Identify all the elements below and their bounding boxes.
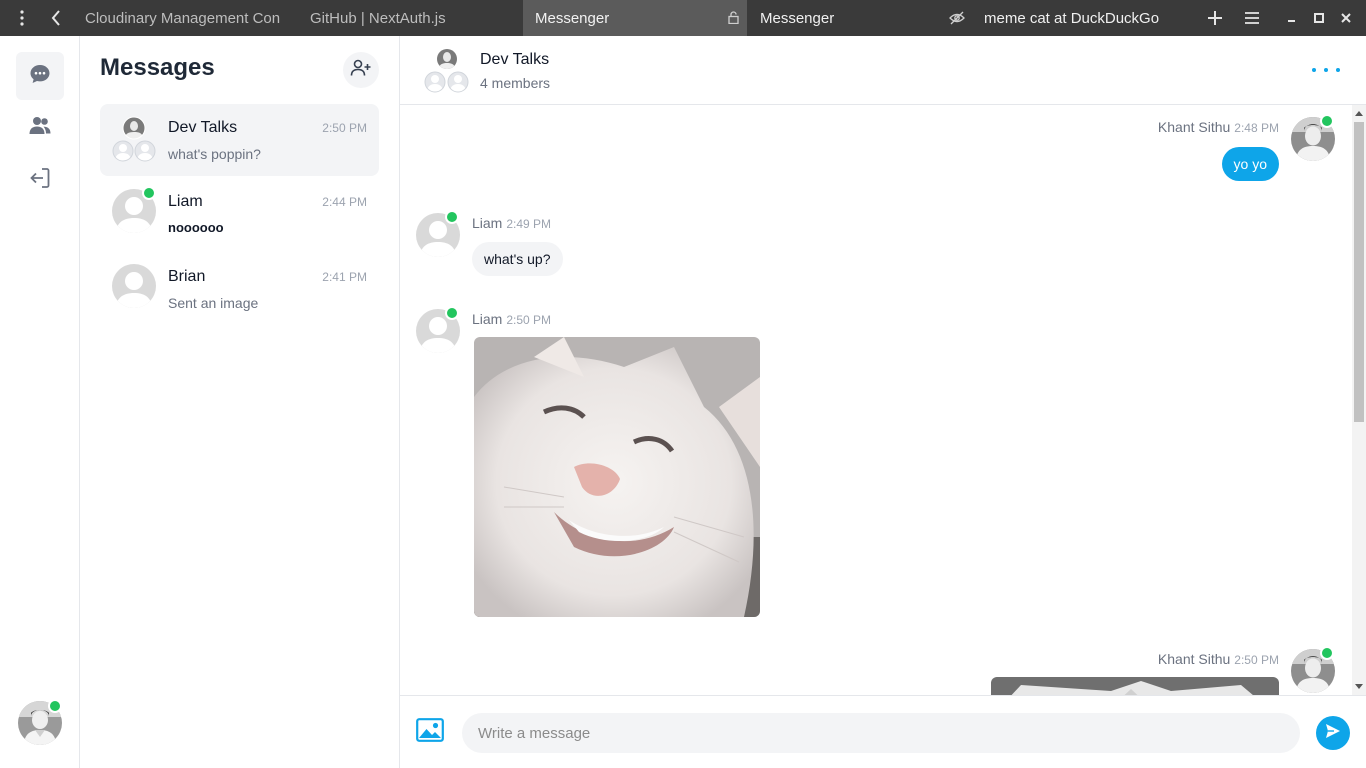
scroll-up-arrow-icon[interactable] bbox=[1355, 111, 1363, 116]
scrollbar-thumb[interactable] bbox=[1354, 122, 1364, 422]
send-button[interactable] bbox=[1316, 716, 1350, 750]
message-meta: Liam 2:50 PM bbox=[472, 311, 551, 327]
conversation-time: 2:41 PM bbox=[322, 270, 367, 284]
message-time: 2:48 PM bbox=[1234, 121, 1279, 135]
chat-bubble-icon bbox=[29, 63, 51, 90]
avatar bbox=[415, 306, 461, 354]
upload-image-button[interactable] bbox=[416, 718, 446, 748]
send-icon bbox=[1325, 723, 1341, 744]
sender-name: Liam bbox=[472, 311, 503, 327]
group-avatar bbox=[422, 48, 470, 96]
chat-panel: Dev Talks 4 members Khant Sithu 2:48 PM y… bbox=[400, 36, 1366, 768]
nav-users-button[interactable] bbox=[16, 104, 64, 152]
logout-icon bbox=[30, 167, 50, 194]
back-arrow-icon[interactable] bbox=[44, 0, 68, 36]
lock-icon bbox=[728, 11, 739, 28]
create-group-button[interactable] bbox=[343, 52, 379, 88]
conversation-preview: Sent an image bbox=[168, 295, 259, 311]
conversation-time: 2:50 PM bbox=[322, 121, 367, 135]
add-user-icon bbox=[350, 59, 372, 82]
message-bubble: yo yo bbox=[1221, 147, 1279, 181]
cat-meme-image[interactable] bbox=[474, 337, 760, 617]
message-input[interactable] bbox=[462, 713, 1300, 753]
minimize-icon[interactable] bbox=[1280, 0, 1304, 36]
scroll-down-arrow-icon[interactable] bbox=[1355, 684, 1363, 689]
image-icon bbox=[416, 718, 444, 746]
conversation-preview: noooooo bbox=[168, 220, 224, 235]
conversation-name: Dev Talks bbox=[168, 119, 238, 136]
browser-tab[interactable]: Cloudinary Management Con bbox=[85, 0, 290, 36]
avatar bbox=[111, 263, 157, 309]
message-time: 2:49 PM bbox=[506, 217, 552, 231]
message-time: 2:50 PM bbox=[1234, 653, 1279, 667]
conversation-item[interactable]: Brian 2:41 PM Sent an image bbox=[100, 253, 379, 325]
online-indicator bbox=[445, 210, 459, 224]
message-composer bbox=[400, 695, 1366, 768]
conversation-item[interactable]: Dev Talks 2:50 PM what's poppin? bbox=[100, 104, 379, 176]
message-meta: Khant Sithu 2:48 PM bbox=[1158, 119, 1279, 135]
more-options-icon[interactable] bbox=[1312, 58, 1340, 82]
maximize-icon[interactable] bbox=[1307, 0, 1331, 36]
browser-tab[interactable]: meme cat at DuckDuckGo bbox=[984, 0, 1184, 36]
conversation-item[interactable]: Liam 2:44 PM noooooo bbox=[100, 178, 379, 250]
nav-rail bbox=[0, 36, 80, 768]
nav-chats-button[interactable] bbox=[16, 52, 64, 100]
online-indicator bbox=[1320, 114, 1334, 128]
message-time: 2:50 PM bbox=[506, 313, 552, 327]
browser-tab-active[interactable]: Messenger bbox=[523, 0, 747, 36]
users-icon bbox=[29, 116, 51, 141]
conversation-list: Messages Dev Talks 2:50 PM what's poppin… bbox=[80, 36, 400, 768]
conversation-name: Brian bbox=[168, 268, 206, 285]
message-meta: Liam 2:49 PM bbox=[472, 215, 551, 231]
avatar bbox=[1290, 114, 1336, 162]
chat-header: Dev Talks 4 members bbox=[400, 36, 1366, 105]
message-meta: Khant Sithu 2:50 PM bbox=[1158, 651, 1279, 667]
sender-name: Khant Sithu bbox=[1157, 119, 1231, 135]
sender-name: Liam bbox=[472, 215, 503, 231]
online-indicator bbox=[1320, 646, 1334, 660]
cat-image[interactable] bbox=[991, 677, 1279, 695]
close-icon[interactable] bbox=[1334, 0, 1358, 36]
group-avatar bbox=[111, 116, 157, 162]
new-tab-icon[interactable] bbox=[1203, 0, 1227, 36]
member-count: 4 members bbox=[480, 75, 551, 91]
online-indicator bbox=[445, 306, 459, 320]
sender-name: Khant Sithu bbox=[1157, 651, 1231, 667]
avatar bbox=[1290, 646, 1336, 694]
chat-title: Dev Talks bbox=[480, 51, 550, 68]
avatar bbox=[415, 210, 461, 258]
page-title: Messages bbox=[100, 54, 215, 81]
browser-tab[interactable]: Messenger bbox=[760, 0, 940, 36]
conversation-preview: what's poppin? bbox=[168, 146, 261, 162]
kebab-menu-icon[interactable] bbox=[10, 0, 34, 36]
avatar bbox=[111, 186, 157, 234]
hamburger-menu-icon[interactable] bbox=[1240, 0, 1264, 36]
browser-tab[interactable]: GitHub | NextAuth.js bbox=[310, 0, 510, 36]
conversation-name: Liam bbox=[168, 193, 203, 210]
conversation-time: 2:44 PM bbox=[322, 195, 367, 209]
hidden-eye-icon[interactable] bbox=[945, 0, 969, 36]
scrollbar[interactable] bbox=[1352, 105, 1366, 695]
browser-toolbar: Cloudinary Management Con GitHub | NextA… bbox=[0, 0, 1366, 36]
message-list[interactable]: Khant Sithu 2:48 PM yo yo Liam 2:49 PM wha… bbox=[400, 105, 1366, 695]
message-bubble: what's up? bbox=[472, 242, 563, 276]
current-user-avatar[interactable] bbox=[18, 699, 62, 745]
online-indicator bbox=[142, 186, 156, 200]
online-indicator bbox=[48, 699, 62, 713]
nav-logout-button[interactable] bbox=[16, 156, 64, 204]
